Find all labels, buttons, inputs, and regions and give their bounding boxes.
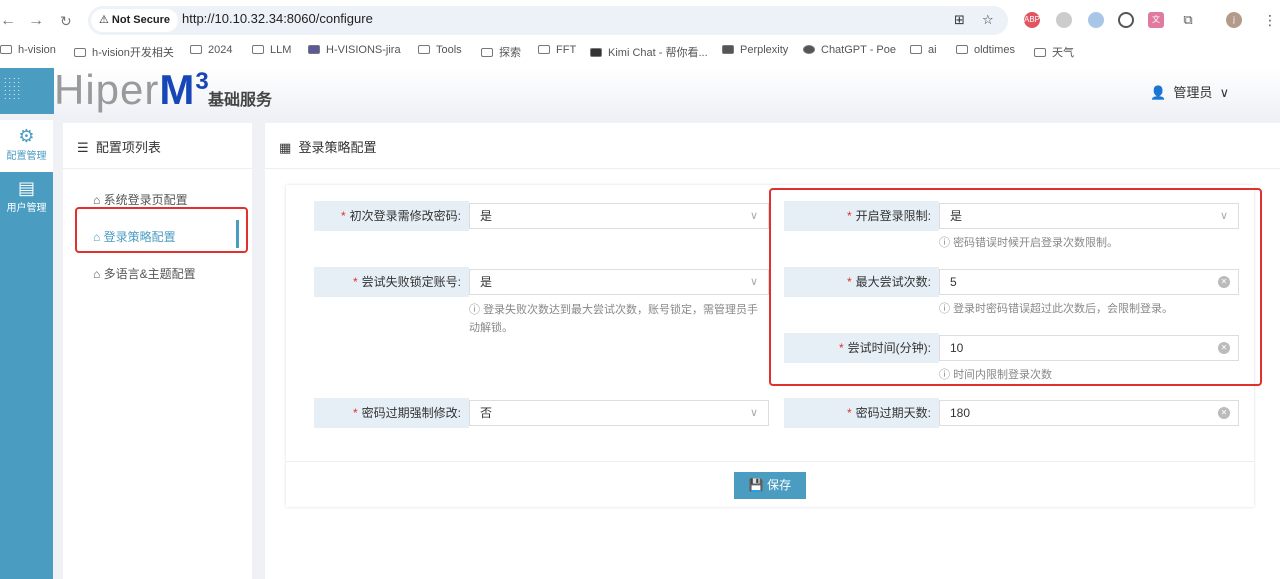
forward-icon[interactable]: → [28,12,44,30]
browser-chrome: ← → ↻ ⚠ Not Secure http://10.10.32.34:80… [0,0,1280,68]
sidebar: ⚙ 配置管理 ▤ 用户管理 [0,120,53,579]
menu-icon[interactable]: ⋮ [1262,12,1278,28]
hint-lock: ⓘ 登录失败次数达到最大尝试次数，账号锁定，需管理员手动解锁。 [469,304,759,334]
list-item-login-page[interactable]: ⌂ 系统登录页配置 [93,191,188,208]
bookmark[interactable]: h-vision [0,44,56,56]
bookmark[interactable]: ai [910,44,937,56]
back-icon[interactable]: ← [0,12,16,30]
circle-extension-icon[interactable] [1118,12,1134,28]
gear-icon: ⚙ [18,126,35,146]
label-lock: * 尝试失败锁定账号: [314,267,469,297]
table-icon: ▦ [279,140,292,155]
input-expire-days[interactable]: 180 ✕ [939,400,1239,426]
user-menu[interactable]: 👤 管理员 ∨ [1150,82,1229,101]
not-secure-badge[interactable]: ⚠ Not Secure [91,9,178,32]
app-subtitle: 基础服务 [208,92,273,109]
extension-icon[interactable] [1088,12,1104,28]
bookmark[interactable]: H-VISIONS-jira [308,44,401,56]
save-button[interactable]: 💾 保存 [734,472,806,499]
bookmark[interactable]: FFT [538,44,576,56]
bookmark[interactable]: Perplexity [722,44,788,56]
highlight-box [769,188,1262,386]
user-doc-icon: ▤ [17,178,35,198]
app-menu-icon[interactable]: :::::::::::: [0,68,54,114]
bookmark[interactable]: LLM [252,44,291,56]
translate-extension-icon[interactable]: 文 [1148,12,1164,28]
extensions-icon[interactable]: ⧉ [1180,12,1196,28]
user-icon: 👤 [1150,85,1167,100]
app-logo: HiperM3 [54,66,210,113]
list-item-i18n-theme[interactable]: ⌂ 多语言&主题配置 [93,265,196,282]
label-expire-force: * 密码过期强制修改: [314,398,469,428]
list-icon: ☰ [77,140,89,155]
select-first-login[interactable]: 是 ∨ [469,203,769,229]
address-bar[interactable]: ⚠ Not Secure http://10.10.32.34:8060/con… [88,6,1008,35]
label-expire-days: * 密码过期天数: [784,398,939,428]
bookmark[interactable]: 探索 [481,44,521,60]
clear-icon[interactable]: ✕ [1218,407,1230,419]
main-header: ▦ 登录策略配置 [265,123,1280,169]
chevron-down-icon: ∨ [1219,85,1230,100]
config-list-header: ☰ 配置项列表 [63,123,252,169]
config-list-panel: ☰ 配置项列表 ⌂ 系统登录页配置 ⌂ 登录策略配置 ⌂ 多语言&主题配置 [63,123,252,579]
bookmark[interactable]: h-vision开发相关 [74,44,174,60]
sidebar-item-users[interactable]: ▤ 用户管理 [0,172,53,224]
bookmark[interactable]: Kimi Chat - 帮你看... [590,44,708,60]
bookmark[interactable]: Tools [418,44,462,56]
bookmark[interactable]: 2024 [190,44,232,56]
bookmark[interactable]: oldtimes [956,44,1015,56]
translate-icon[interactable]: ⊞ [954,12,965,28]
bookmark[interactable]: 天气 [1034,44,1074,60]
profile-avatar[interactable]: j [1226,12,1242,28]
select-lock[interactable]: 是 ∨ [469,269,769,295]
divider [286,461,1254,462]
reload-icon[interactable]: ↻ [60,13,72,30]
sidebar-item-config[interactable]: ⚙ 配置管理 [0,120,53,172]
star-icon[interactable]: ☆ [982,12,994,28]
save-icon: 💾 [748,478,764,492]
bookmark[interactable]: ChatGPT - Poe [803,44,896,56]
extension-icon[interactable] [1056,12,1072,28]
select-expire-force[interactable]: 否 ∨ [469,400,769,426]
highlight-box [75,207,248,253]
label-first-login: * 初次登录需修改密码: [314,201,469,231]
url-text[interactable]: http://10.10.32.34:8060/configure [182,11,373,26]
adblock-icon[interactable]: ABP [1024,12,1040,28]
